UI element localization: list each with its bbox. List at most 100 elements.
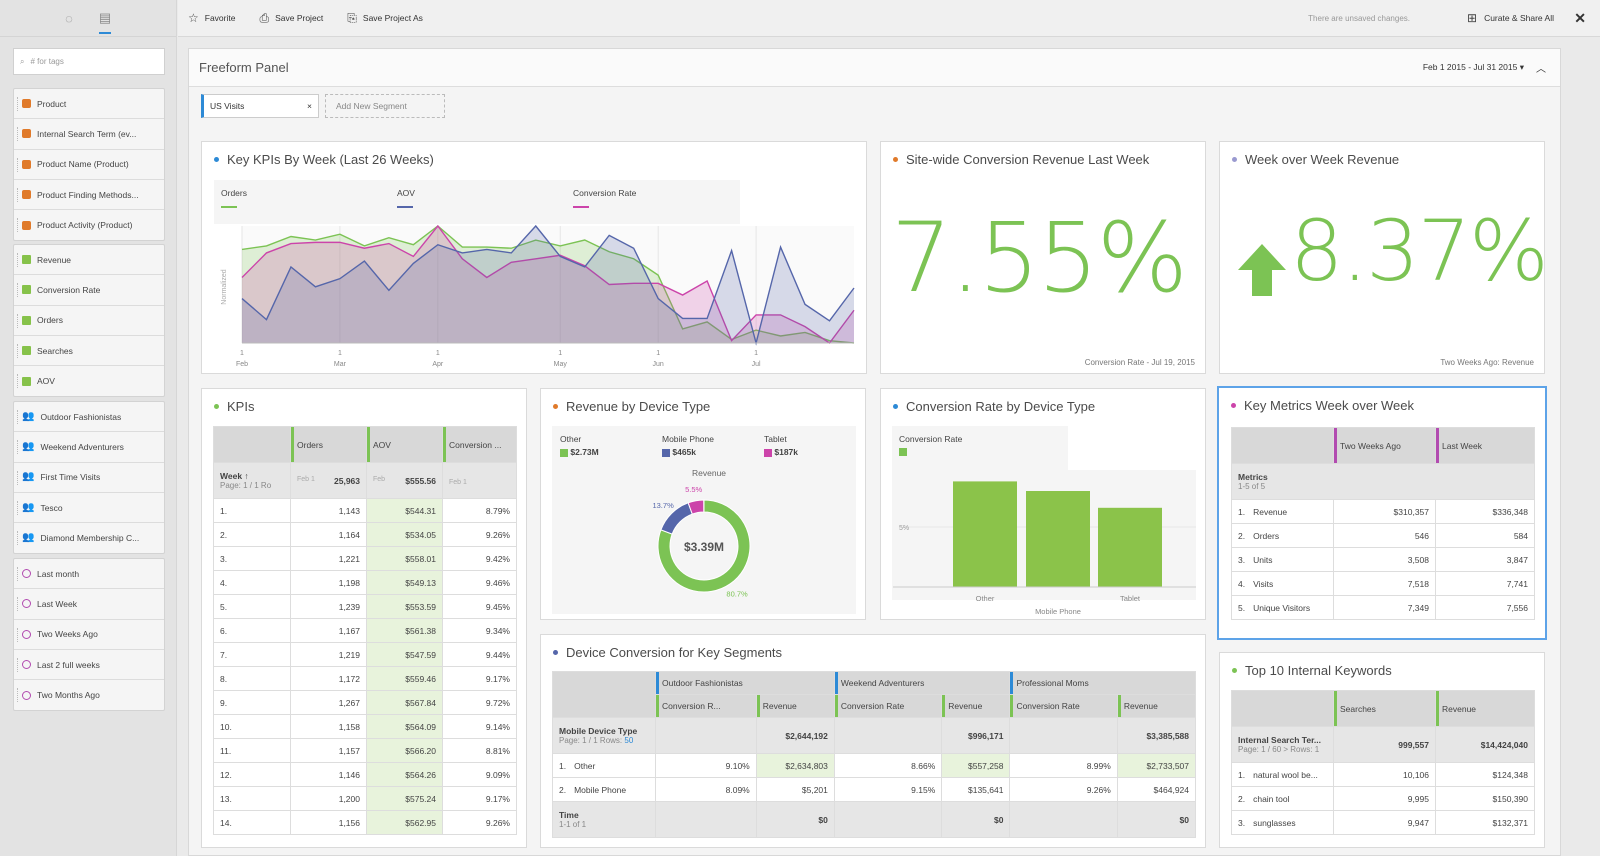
rows-selector[interactable]: 50 <box>624 736 633 745</box>
table-row[interactable]: 13. 1,200 $575.24 9.17% <box>213 786 517 811</box>
date-range-picker[interactable]: Feb 1 2015 - Jul 31 2015 ▾ <box>1423 62 1524 73</box>
table-row[interactable]: 2. chain tool 9,995 $150,390 <box>1231 786 1535 811</box>
dimension-header[interactable]: Week ↑ Page: 1 / 1 Ro <box>213 462 291 499</box>
column-header[interactable]: Revenue <box>1116 694 1197 718</box>
table-row[interactable]: 1. Revenue $310,357 $336,348 <box>1231 499 1535 524</box>
column-header[interactable]: Revenue <box>755 694 835 718</box>
table-row[interactable]: 5. 1,239 $553.59 9.45% <box>213 594 517 619</box>
column-header[interactable]: Searches <box>1333 690 1436 727</box>
favorite-button[interactable]: ☆ Favorite <box>188 11 235 25</box>
table-row[interactable]: 3. 1,221 $558.01 9.42% <box>213 546 517 571</box>
column-header[interactable]: Two Weeks Ago <box>1333 427 1436 464</box>
sidebar-item-metrics[interactable]: Conversion Rate <box>14 275 164 306</box>
sidebar-item-date_ranges[interactable]: Two Weeks Ago <box>14 620 164 650</box>
table-row[interactable]: 4. 1,198 $549.13 9.46% <box>213 570 517 595</box>
sidebar-item-label: Searches <box>37 345 73 356</box>
sidebar-item-segments[interactable]: 👥 Weekend Adventurers <box>14 432 164 463</box>
column-header[interactable]: Revenue <box>941 694 1011 718</box>
table-row[interactable]: 2. 1,164 $534.05 9.26% <box>213 522 517 547</box>
sidebar-item-metrics[interactable]: Revenue <box>14 245 164 276</box>
table-row[interactable]: 1. Other 9.10% $2,634,803 8.66% $557,258 8.99%… <box>552 753 1197 778</box>
sidebar-item-dimensions[interactable]: Internal Search Term (ev... <box>14 119 164 150</box>
close-icon[interactable]: ✕ <box>1574 10 1586 27</box>
sub-dimension[interactable]: Time 1-1 of 1 <box>552 801 656 838</box>
conv-device-card[interactable]: Conversion Rate by Device Type Conversio… <box>880 388 1206 620</box>
conversion-summary-card[interactable]: Site-wide Conversion Revenue Last Week 7… <box>880 141 1206 374</box>
table-row[interactable]: 3. Units 3,508 3,847 <box>1231 547 1535 572</box>
row-index: 5. <box>1238 602 1246 613</box>
revenue-device-card[interactable]: Revenue by Device Type Other $2.73M Mobi… <box>540 388 866 620</box>
components-tab[interactable]: ◌ <box>61 10 77 26</box>
sidebar-item-segments[interactable]: 👥 First Time Visits <box>14 463 164 493</box>
column-header[interactable]: Revenue <box>1435 690 1535 727</box>
panels-tab[interactable]: ▤ <box>97 10 113 34</box>
table-row[interactable]: 5. Unique Visitors 7,349 7,556 <box>1231 595 1535 620</box>
remove-segment-icon[interactable]: × <box>307 101 312 111</box>
table-row[interactable]: 1. natural wool be... 10,106 $124,348 <box>1231 762 1535 787</box>
sidebar-item-date_ranges[interactable]: Two Months Ago <box>14 680 164 710</box>
table-row[interactable]: 10. 1,158 $564.09 9.14% <box>213 714 517 739</box>
curate-share-button[interactable]: ⊞ Curate & Share All <box>1467 11 1554 25</box>
dimensions-icon <box>22 220 31 230</box>
table-row[interactable]: 14. 1,156 $562.95 9.26% <box>213 810 517 835</box>
sidebar-item-dimensions[interactable]: Product Activity (Product) <box>14 210 164 240</box>
sidebar-item-metrics[interactable]: Searches <box>14 336 164 367</box>
sidebar-item-segments[interactable]: 👥 Outdoor Fashionistas <box>14 402 164 433</box>
collapse-panel-icon[interactable]: ︿ <box>1536 60 1546 75</box>
sidebar-item-date_ranges[interactable]: Last 2 full weeks <box>14 650 164 681</box>
dimension-header[interactable]: Mobile Device Type Page: 1 / 1 Rows: 50 <box>552 717 656 754</box>
x-tick-month: Mar <box>334 361 347 368</box>
table-row[interactable]: 1. 1,143 $544.31 8.79% <box>213 498 517 523</box>
dimension-header[interactable]: Internal Search Ter... Page: 1 / 60 > Row… <box>1231 726 1334 763</box>
column-header[interactable]: AOV <box>366 426 443 463</box>
table-row[interactable]: 4. Visits 7,518 7,741 <box>1231 571 1535 596</box>
segment-header[interactable]: Weekend Adventurers <box>833 671 1011 695</box>
key-metrics-card[interactable]: Key Metrics Week over Week Two Weeks Ago… <box>1217 386 1547 640</box>
keywords-card[interactable]: Top 10 Internal Keywords Searches Revenu… <box>1219 652 1545 848</box>
column-header[interactable]: Conversion R... <box>655 694 757 718</box>
kpis-table-card[interactable]: KPIs Orders AOV Conversion ... Week ↑ Pag… <box>201 388 527 848</box>
table-row[interactable]: 11. 1,157 $566.20 8.81% <box>213 738 517 763</box>
cell-value: 3,508 <box>1333 547 1436 572</box>
sidebar-item-date_ranges[interactable]: Last Week <box>14 589 164 620</box>
segment-header[interactable]: Professional Moms <box>1009 671 1196 695</box>
column-header[interactable]: Conversion Rate <box>1009 694 1118 718</box>
card-dot <box>1231 403 1236 408</box>
card-title: Site-wide Conversion Revenue Last Week <box>906 152 1150 167</box>
sidebar-item-dimensions[interactable]: Product <box>14 89 164 120</box>
column-header[interactable]: Conversion Rate <box>833 694 943 718</box>
kpi-chart-card[interactable]: Key KPIs By Week (Last 26 Weeks) Orders … <box>201 141 867 374</box>
table-row[interactable]: 9. 1,267 $567.84 9.72% <box>213 690 517 715</box>
sidebar-item-dimensions[interactable]: Product Name (Product) <box>14 150 164 180</box>
sidebar-item-metrics[interactable]: AOV <box>14 366 164 396</box>
segment-chip[interactable]: US Visits × <box>201 94 319 118</box>
sidebar-item-segments[interactable]: 👥 Diamond Membership C... <box>14 523 164 553</box>
table-row[interactable]: 8. 1,172 $559.46 9.17% <box>213 666 517 691</box>
dimension-header[interactable]: Metrics 1-5 of 5 <box>1231 463 1535 500</box>
column-header[interactable]: Orders <box>290 426 367 463</box>
table-row[interactable]: 7. 1,219 $547.59 9.44% <box>213 642 517 667</box>
table-row[interactable]: 2. Mobile Phone 8.09% $5,201 9.15% $135,641 9.… <box>552 777 1197 802</box>
search-icon: ⌕ <box>20 56 25 66</box>
cell-orders: 1,157 <box>290 738 367 763</box>
total-value: $0 <box>941 801 1011 838</box>
sidebar-item-metrics[interactable]: Orders <box>14 306 164 336</box>
tag-search[interactable]: ⌕ # for tags <box>13 48 165 75</box>
table-row[interactable]: 6. 1,167 $561.38 9.34% <box>213 618 517 643</box>
wow-revenue-card[interactable]: Week over Week Revenue 8.37% Two Weeks A… <box>1219 141 1549 374</box>
sidebar-item-label: Outdoor Fashionistas <box>40 411 122 422</box>
sidebar-item-label: AOV <box>37 376 55 387</box>
table-row[interactable]: 3. sunglasses 9,947 $132,371 <box>1231 810 1535 835</box>
sidebar-item-dimensions[interactable]: Product Finding Methods... <box>14 180 164 211</box>
device-conversion-card[interactable]: Device Conversion for Key Segments Outdo… <box>540 634 1206 848</box>
save-project-as-button[interactable]: ⎘ Save Project As <box>347 11 423 26</box>
save-project-button[interactable]: ⎙ Save Project <box>259 11 323 26</box>
column-header[interactable]: Last Week <box>1435 427 1535 464</box>
segment-header[interactable]: Outdoor Fashionistas <box>655 671 835 695</box>
add-segment-zone[interactable]: Add New Segment <box>325 94 445 118</box>
table-row[interactable]: 12. 1,146 $564.26 9.09% <box>213 762 517 787</box>
sidebar-item-date_ranges[interactable]: Last month <box>14 559 164 590</box>
sidebar-item-segments[interactable]: 👥 Tesco <box>14 493 164 524</box>
table-row[interactable]: 2. Orders 546 584 <box>1231 523 1535 548</box>
column-header[interactable]: Conversion ... <box>442 426 517 463</box>
